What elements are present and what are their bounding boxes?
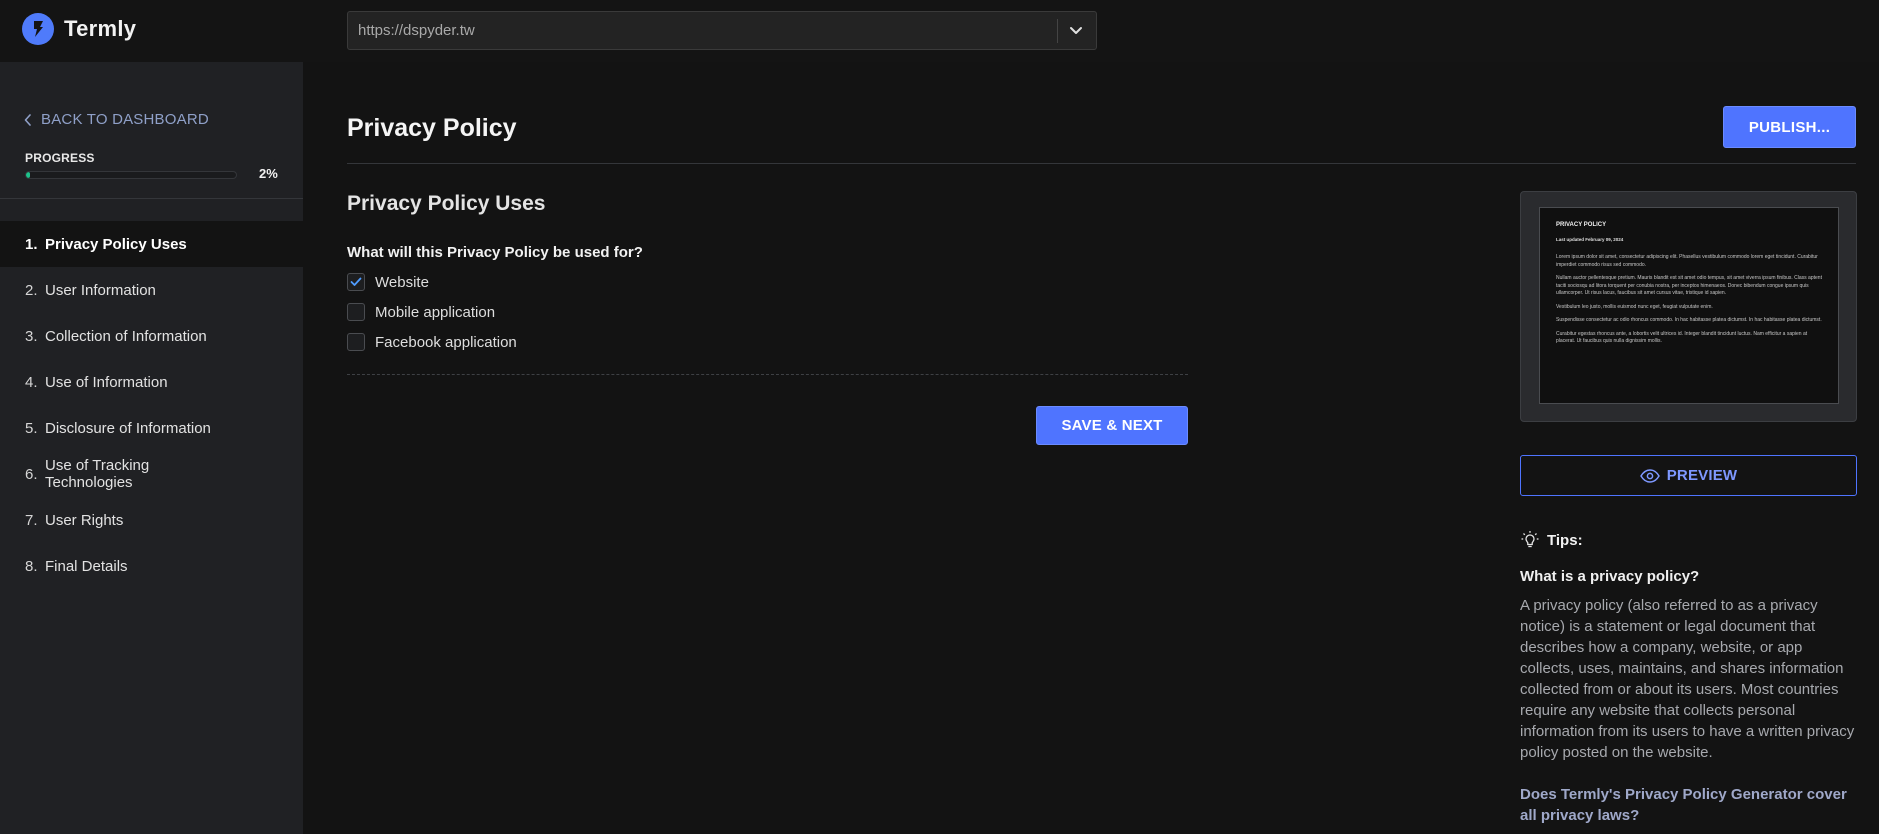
option-facebook-application[interactable]: Facebook application bbox=[347, 327, 517, 357]
option-mobile-application[interactable]: Mobile application bbox=[347, 297, 517, 327]
chevron-left-icon bbox=[24, 113, 31, 126]
step-label: Disclosure of Information bbox=[45, 419, 211, 437]
step-label: User Rights bbox=[45, 511, 124, 529]
option-label: Mobile application bbox=[375, 303, 496, 321]
step-privacy-policy-uses[interactable]: 1. Privacy Policy Uses bbox=[0, 221, 303, 267]
tip-answer: A privacy policy (also referred to as a … bbox=[1520, 597, 1855, 761]
publish-button[interactable]: PUBLISH... bbox=[1723, 106, 1856, 148]
termly-logo[interactable]: Termly bbox=[22, 13, 136, 45]
sidebar-divider bbox=[0, 198, 303, 199]
facebook-application-checkbox[interactable] bbox=[347, 333, 365, 351]
preview-button-label: PREVIEW bbox=[1666, 467, 1738, 484]
step-list: 1. Privacy Policy Uses 2. User Informati… bbox=[0, 221, 303, 589]
select-divider bbox=[1057, 19, 1058, 43]
step-number: 6. bbox=[25, 465, 38, 483]
app-name: Termly bbox=[64, 16, 137, 41]
preview-doc-title: PRIVACY POLICY bbox=[1556, 222, 1607, 228]
progress-bar bbox=[25, 171, 237, 179]
step-label: Use of Information bbox=[45, 373, 168, 391]
back-to-dashboard-link[interactable]: BACK TO DASHBOARD bbox=[24, 111, 209, 128]
title-divider bbox=[347, 163, 1856, 164]
progress-bar-fill bbox=[26, 172, 31, 178]
preview-doc-paragraph: Vestibulum leo justo, mollis euismod nun… bbox=[1556, 303, 1713, 310]
eye-icon bbox=[1639, 468, 1660, 483]
step-use-of-information[interactable]: 4. Use of Information bbox=[0, 359, 303, 405]
step-label: Use of Tracking Technologies bbox=[45, 457, 150, 491]
form-divider bbox=[347, 374, 1188, 375]
save-and-next-button[interactable]: SAVE & NEXT bbox=[1036, 406, 1188, 445]
section-title: Privacy Policy Uses bbox=[347, 192, 546, 215]
step-label: Collection of Information bbox=[45, 327, 207, 345]
website-url-value: https://dspyder.tw bbox=[358, 22, 475, 39]
checkmark-icon bbox=[350, 277, 362, 286]
back-to-dashboard-label: BACK TO DASHBOARD bbox=[41, 111, 209, 128]
step-user-rights[interactable]: 7. User Rights bbox=[0, 497, 303, 543]
mobile-application-checkbox[interactable] bbox=[347, 303, 365, 321]
step-number: 7. bbox=[25, 511, 38, 529]
step-number: 3. bbox=[25, 327, 38, 345]
main-content: Privacy Policy PUBLISH... Privacy Policy… bbox=[303, 62, 1879, 834]
step-disclosure-of-information[interactable]: 5. Disclosure of Information bbox=[0, 405, 303, 451]
lightbulb-icon bbox=[1521, 531, 1539, 548]
termly-logo-icon bbox=[22, 13, 54, 45]
step-number: 5. bbox=[25, 419, 38, 437]
option-website[interactable]: Website bbox=[347, 267, 517, 297]
sidebar: BACK TO DASHBOARD PROGRESS 2% 1. Privacy… bbox=[0, 62, 303, 834]
step-number: 2. bbox=[25, 281, 38, 299]
step-label: Final Details bbox=[45, 557, 128, 575]
website-checkbox[interactable] bbox=[347, 273, 365, 291]
preview-doc-paragraph: Suspendisse consectetur ac odio rhoncus … bbox=[1556, 317, 1822, 323]
tip-question-link[interactable]: Does Termly's Privacy Policy Generator c… bbox=[1520, 784, 1860, 826]
step-final-details[interactable]: 8. Final Details bbox=[0, 543, 303, 589]
usage-options: Website Mobile application Facebook appl… bbox=[347, 267, 517, 357]
tips-heading-label: Tips: bbox=[1547, 531, 1583, 549]
step-number: 1. bbox=[25, 235, 38, 253]
option-label: Website bbox=[375, 273, 429, 291]
step-number: 4. bbox=[25, 373, 38, 391]
question-label: What will this Privacy Policy be used fo… bbox=[347, 244, 643, 261]
website-url-select[interactable]: https://dspyder.tw bbox=[347, 11, 1097, 50]
policy-preview-page: PRIVACY POLICY Last updated February 09,… bbox=[1539, 207, 1839, 404]
step-label: Privacy Policy Uses bbox=[45, 235, 187, 253]
preview-doc-updated: Last updated February 09, 2024 bbox=[1556, 237, 1624, 242]
preview-button[interactable]: PREVIEW bbox=[1520, 455, 1857, 496]
step-collection-of-information[interactable]: 3. Collection of Information bbox=[0, 313, 303, 359]
policy-preview-thumbnail[interactable]: PRIVACY POLICY Last updated February 09,… bbox=[1520, 191, 1857, 422]
preview-doc-paragraph: Curabitur egestas rhoncus ante, a lobort… bbox=[1556, 330, 1808, 345]
progress-label: PROGRESS bbox=[25, 151, 95, 165]
page-title: Privacy Policy bbox=[347, 114, 517, 142]
chevron-down-icon[interactable] bbox=[1066, 21, 1086, 41]
preview-doc-paragraph: Nullam auctor pellentesque pretium. Maur… bbox=[1556, 275, 1822, 296]
step-number: 8. bbox=[25, 557, 38, 575]
step-use-of-tracking-technologies[interactable]: 6. Use of Tracking Technologies bbox=[0, 451, 303, 497]
tips-heading: Tips: bbox=[1520, 530, 1583, 550]
tip-question: What is a privacy policy? bbox=[1520, 568, 1700, 585]
option-label: Facebook application bbox=[375, 333, 517, 351]
top-bar: Termly https://dspyder.tw bbox=[0, 0, 1879, 62]
step-user-information[interactable]: 2. User Information bbox=[0, 267, 303, 313]
progress-percent: 2% bbox=[259, 166, 278, 181]
step-label: User Information bbox=[45, 281, 156, 299]
preview-doc-paragraph: Lorem ipsum dolor sit amet, consectetur … bbox=[1556, 254, 1818, 268]
